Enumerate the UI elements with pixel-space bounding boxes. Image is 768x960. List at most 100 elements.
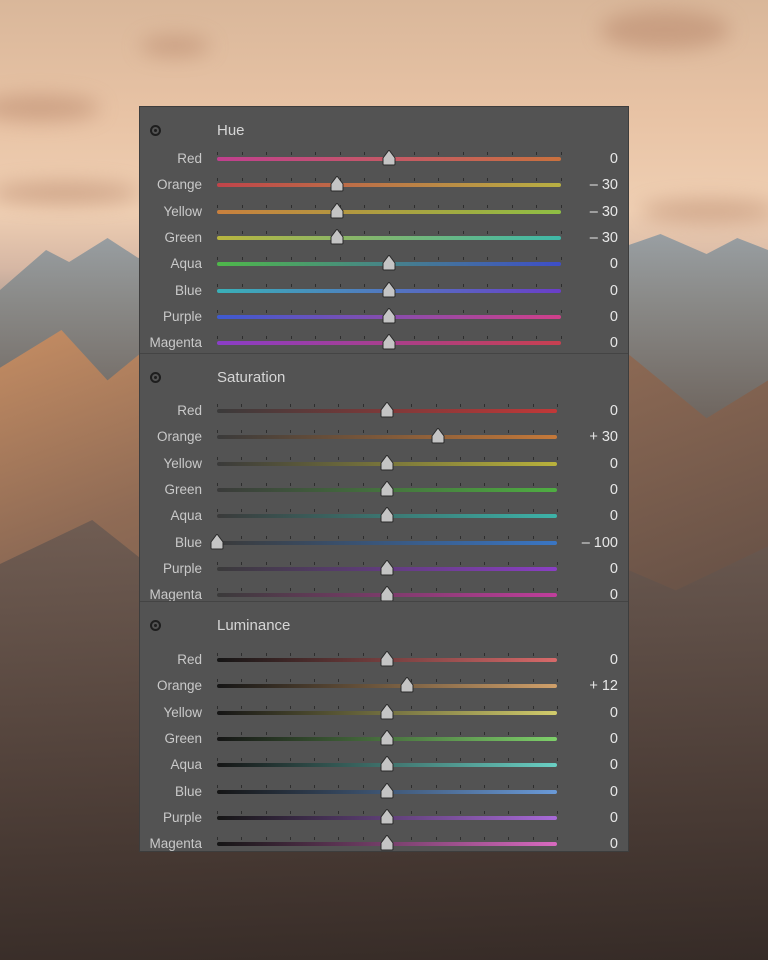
slider-thumb[interactable] xyxy=(382,150,396,166)
slider-ticks xyxy=(217,430,558,434)
target-adjustment-icon[interactable] xyxy=(150,372,161,383)
luminance-value-blue[interactable]: 0 xyxy=(610,784,618,800)
hue-value-red[interactable]: 0 xyxy=(610,151,618,167)
luminance-value-aqua[interactable]: 0 xyxy=(610,757,618,773)
slider-thumb[interactable] xyxy=(380,703,394,720)
slider-ticks xyxy=(217,679,558,683)
saturation-value-blue[interactable]: – 100 xyxy=(582,535,618,551)
hue-slider-red[interactable] xyxy=(217,150,562,166)
saturation-value-orange[interactable]: + 30 xyxy=(589,429,618,445)
luminance-slider-red[interactable] xyxy=(217,651,558,667)
slider-thumb[interactable] xyxy=(400,677,414,693)
saturation-slider-blue[interactable] xyxy=(210,533,558,549)
hue-row-red: Red 0 xyxy=(140,145,628,171)
slider-thumb[interactable] xyxy=(382,307,396,324)
saturation-value-purple[interactable]: 0 xyxy=(610,561,618,577)
saturation-value-yellow[interactable]: 0 xyxy=(610,456,618,472)
hue-slider-green[interactable] xyxy=(217,228,562,245)
luminance-value-purple[interactable]: 0 xyxy=(610,810,618,826)
luminance-value-magenta[interactable]: 0 xyxy=(610,836,618,852)
hue-slider-yellow[interactable] xyxy=(217,202,562,219)
hue-value-blue[interactable]: 0 xyxy=(610,283,618,299)
saturation-slider-yellow[interactable] xyxy=(217,454,558,471)
luminance-slider-blue[interactable] xyxy=(217,782,558,798)
saturation-label-purple: Purple xyxy=(162,560,202,576)
saturation-header: Saturation xyxy=(140,354,628,400)
luminance-slider-magenta[interactable] xyxy=(217,835,558,851)
slider-thumb[interactable] xyxy=(380,586,394,602)
saturation-value-green[interactable]: 0 xyxy=(610,482,618,498)
hue-value-aqua[interactable]: 0 xyxy=(610,256,618,272)
luminance-slider-aqua[interactable] xyxy=(217,756,558,772)
luminance-row-blue: Blue 0 xyxy=(140,778,628,804)
hue-value-magenta[interactable]: 0 xyxy=(610,335,618,351)
luminance-slider-yellow[interactable] xyxy=(217,703,558,720)
slider-thumb[interactable] xyxy=(382,334,396,350)
hue-label-blue: Blue xyxy=(174,282,202,298)
slider-thumb[interactable] xyxy=(330,202,344,219)
luminance-value-yellow[interactable]: 0 xyxy=(610,705,618,721)
saturation-label-red: Red xyxy=(177,403,202,418)
saturation-slider-magenta[interactable] xyxy=(217,586,558,602)
slider-thumb[interactable] xyxy=(380,454,394,471)
luminance-row-magenta: Magenta 0 xyxy=(140,830,628,856)
hue-value-green[interactable]: – 30 xyxy=(590,230,618,246)
saturation-row-orange: Orange + 30 xyxy=(140,423,628,449)
luminance-value-green[interactable]: 0 xyxy=(610,731,618,747)
saturation-slider-red[interactable] xyxy=(217,402,558,418)
slider-thumb[interactable] xyxy=(330,176,344,192)
luminance-label-purple: Purple xyxy=(162,809,202,825)
slider-thumb[interactable] xyxy=(380,651,394,667)
slider-thumb[interactable] xyxy=(380,402,394,418)
slider-thumb[interactable] xyxy=(380,756,394,772)
saturation-value-aqua[interactable]: 0 xyxy=(610,508,618,524)
hue-value-purple[interactable]: 0 xyxy=(610,309,618,325)
hue-row-yellow: Yellow – 30 xyxy=(140,198,628,224)
slider-ticks xyxy=(217,535,558,539)
saturation-slider-aqua[interactable] xyxy=(217,507,558,523)
saturation-slider-green[interactable] xyxy=(217,480,558,497)
saturation-slider-orange[interactable] xyxy=(217,428,558,444)
luminance-slider-green[interactable] xyxy=(217,729,558,746)
target-adjustment-icon[interactable] xyxy=(150,620,161,631)
slider-ticks xyxy=(217,204,562,208)
hue-title: Hue xyxy=(217,122,245,139)
luminance-value-orange[interactable]: + 12 xyxy=(589,678,618,694)
slider-thumb[interactable] xyxy=(210,533,224,550)
hue-label-magenta: Magenta xyxy=(149,335,202,351)
slider-thumb[interactable] xyxy=(330,228,344,245)
slider-thumb[interactable] xyxy=(380,480,394,497)
hue-slider-magenta[interactable] xyxy=(217,334,562,350)
slider-thumb[interactable] xyxy=(380,835,394,851)
saturation-label-magenta: Magenta xyxy=(149,587,202,603)
hue-slider-orange[interactable] xyxy=(217,176,562,192)
slider-thumb[interactable] xyxy=(380,729,394,746)
slider-thumb[interactable] xyxy=(382,281,396,298)
luminance-slider-orange[interactable] xyxy=(217,677,558,693)
slider-thumb[interactable] xyxy=(380,782,394,799)
hue-label-orange: Orange xyxy=(156,177,202,193)
hue-value-yellow[interactable]: – 30 xyxy=(590,204,618,220)
slider-thumb[interactable] xyxy=(380,507,394,523)
slider-thumb[interactable] xyxy=(382,255,396,271)
hue-value-orange[interactable]: – 30 xyxy=(590,177,618,193)
saturation-value-red[interactable]: 0 xyxy=(610,403,618,419)
saturation-slider-purple[interactable] xyxy=(217,559,558,576)
target-adjustment-icon[interactable] xyxy=(150,125,161,136)
hue-slider-aqua[interactable] xyxy=(217,255,562,271)
luminance-value-red[interactable]: 0 xyxy=(610,652,618,668)
slider-thumb[interactable] xyxy=(380,808,394,825)
slider-thumb[interactable] xyxy=(380,559,394,576)
slider-thumb[interactable] xyxy=(431,428,445,444)
luminance-slider-purple[interactable] xyxy=(217,808,558,825)
hue-row-magenta: Magenta 0 xyxy=(140,329,628,355)
hue-label-purple: Purple xyxy=(162,308,202,324)
saturation-section: Saturation Red 0 Orange + 30 Yellow 0 Green 0 Aqu… xyxy=(140,353,628,603)
luminance-label-green: Green xyxy=(164,730,202,746)
saturation-label-yellow: Yellow xyxy=(163,455,202,471)
hue-slider-blue[interactable] xyxy=(217,281,562,297)
luminance-label-yellow: Yellow xyxy=(163,704,202,720)
saturation-label-orange: Orange xyxy=(156,429,202,445)
luminance-row-orange: Orange + 12 xyxy=(140,672,628,698)
hue-slider-purple[interactable] xyxy=(217,307,562,324)
